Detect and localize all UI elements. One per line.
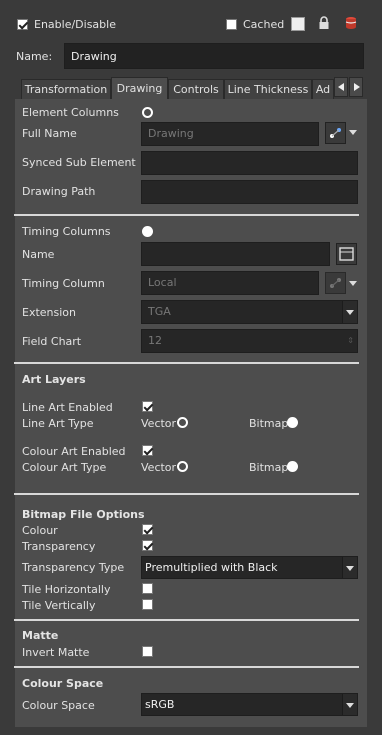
line-art-enabled-checkbox[interactable] — [142, 401, 153, 412]
line-art-enabled-label: Line Art Enabled — [22, 401, 113, 414]
line-art-type-label: Line Art Type — [22, 417, 94, 430]
element-columns-radio[interactable] — [142, 107, 153, 118]
element-columns-label: Element Columns — [22, 106, 119, 119]
tile-horizontally-checkbox[interactable] — [142, 583, 153, 594]
colour-space-title: Colour Space — [22, 677, 104, 690]
transparency-checkbox[interactable] — [142, 540, 153, 551]
link-disabled-icon — [330, 278, 341, 288]
bitmap-colour-checkbox[interactable] — [142, 524, 153, 535]
tile-vertically-checkbox[interactable] — [142, 599, 153, 610]
enable-label: Enable/Disable — [34, 18, 116, 31]
tile-horizontally-label: Tile Horizontally — [22, 583, 111, 596]
colour-art-enabled-label: Colour Art Enabled — [22, 445, 126, 458]
line-art-vector-label: Vector — [141, 417, 177, 430]
timing-column-field[interactable]: Local — [141, 271, 319, 295]
colour-art-vector-label: Vector — [141, 461, 177, 474]
link-icon — [330, 128, 341, 138]
separator — [14, 214, 359, 216]
lock-icon[interactable] — [318, 16, 330, 30]
timing-link-button[interactable] — [325, 272, 346, 294]
field-chart-label: Field Chart — [22, 335, 82, 348]
colour-art-type-label: Colour Art Type — [22, 461, 107, 474]
bitmap-colour-label: Colour — [22, 524, 58, 537]
transparency-type-label: Transparency Type — [22, 561, 125, 574]
field-chart-spinbox[interactable]: 12 ⇕ — [141, 329, 358, 353]
colour-art-bitmap-radio[interactable] — [287, 461, 298, 472]
tab-advanced[interactable]: Ad — [312, 79, 334, 99]
name-input[interactable]: Drawing — [64, 43, 364, 69]
tab-transformation[interactable]: Transformation — [21, 79, 111, 99]
arrow-left-icon — [338, 83, 344, 91]
arrow-right-icon — [354, 83, 360, 91]
enable-checkbox[interactable] — [17, 19, 28, 30]
timing-name-label: Name — [22, 248, 55, 261]
extension-select[interactable]: TGA — [141, 300, 358, 324]
color-swatch-icon[interactable] — [291, 17, 305, 31]
chevron-down-icon[interactable] — [342, 557, 357, 578]
separator — [14, 666, 359, 668]
invert-matte-checkbox[interactable] — [142, 646, 153, 657]
colour-art-enabled-checkbox[interactable] — [142, 445, 153, 456]
tab-controls[interactable]: Controls — [168, 79, 224, 99]
tab-drawing[interactable]: Drawing — [111, 77, 168, 99]
timing-columns-radio[interactable] — [142, 226, 153, 237]
colour-space-value: sRGB — [145, 698, 175, 711]
spin-arrows-icon[interactable]: ⇕ — [347, 330, 354, 352]
timing-columns-label: Timing Columns — [22, 225, 111, 238]
line-art-bitmap-label: Bitmap — [249, 417, 289, 430]
line-art-vector-radio[interactable] — [177, 417, 188, 428]
link-drawing-button[interactable] — [325, 122, 346, 144]
synced-sub-element-field[interactable] — [141, 151, 358, 175]
timing-column-label: Timing Column — [22, 277, 105, 290]
colour-space-select[interactable]: sRGB — [141, 693, 358, 716]
transparency-type-value: Premultiplied with Black — [145, 561, 278, 574]
drawing-path-field[interactable] — [141, 180, 358, 204]
colour-art-bitmap-label: Bitmap — [249, 461, 289, 474]
field-chart-value: 12 — [148, 334, 162, 347]
chevron-down-icon[interactable] — [342, 694, 357, 715]
cached-checkbox[interactable] — [226, 19, 237, 30]
timing-link-dropdown-icon[interactable] — [349, 281, 357, 286]
separator — [14, 619, 359, 621]
separator — [14, 493, 359, 495]
line-art-bitmap-radio[interactable] — [287, 417, 298, 428]
extension-value: TGA — [148, 305, 171, 318]
tile-vertically-label: Tile Vertically — [22, 599, 96, 612]
transparency-type-select[interactable]: Premultiplied with Black — [141, 556, 358, 579]
chevron-down-icon[interactable] — [342, 301, 357, 323]
tab-scroll-right-button[interactable] — [349, 77, 363, 97]
bitmap-file-options-title: Bitmap File Options — [22, 508, 145, 521]
library-icon — [339, 247, 354, 261]
synced-sub-element-label: Synced Sub Element — [22, 156, 136, 169]
drawing-library-button[interactable] — [336, 243, 357, 265]
full-name-field[interactable]: Drawing — [141, 122, 319, 146]
layer-color-icon[interactable] — [345, 16, 357, 30]
name-label: Name: — [16, 50, 53, 63]
full-name-label: Full Name — [22, 127, 77, 140]
art-layers-title: Art Layers — [22, 373, 86, 386]
timing-name-field[interactable] — [141, 242, 330, 266]
transparency-label: Transparency — [22, 540, 96, 553]
colour-art-vector-radio[interactable] — [177, 461, 188, 472]
drawing-path-label: Drawing Path — [22, 185, 96, 198]
extension-label: Extension — [22, 306, 77, 319]
matte-title: Matte — [22, 629, 59, 642]
tab-line-thickness[interactable]: Line Thickness — [224, 79, 312, 99]
tab-scroll-left-button[interactable] — [334, 77, 348, 97]
cached-label: Cached — [243, 18, 285, 31]
separator — [14, 362, 359, 364]
invert-matte-label: Invert Matte — [22, 646, 90, 659]
colour-space-label: Colour Space — [22, 699, 95, 712]
link-dropdown-icon[interactable] — [349, 130, 357, 135]
